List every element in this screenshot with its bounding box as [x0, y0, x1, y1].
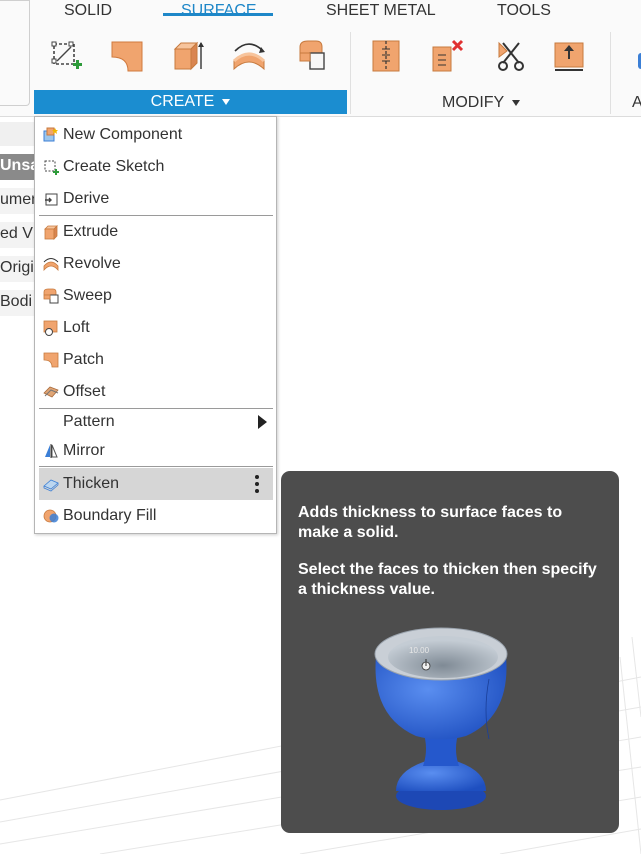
menu-item-label: Pattern — [63, 413, 115, 430]
patch-icon[interactable] — [109, 38, 145, 74]
edit-face-icon[interactable] — [368, 38, 404, 74]
tab-surface[interactable]: SURFACE — [181, 2, 257, 20]
menu-item-label: Revolve — [63, 255, 121, 272]
create-sketch-icon — [42, 158, 60, 176]
revolve-icon[interactable] — [231, 38, 267, 74]
create-sketch-icon[interactable] — [48, 38, 84, 74]
menu-item-revolve[interactable]: Revolve — [39, 248, 273, 280]
chevron-down-icon — [222, 99, 231, 105]
new-component-icon — [42, 126, 60, 144]
active-tab-indicator — [163, 13, 273, 16]
menu-item-label: Boundary Fill — [63, 507, 157, 524]
modify-label: MODIFY — [442, 94, 505, 111]
tooltip-description: Adds thickness to surface faces to make … — [298, 504, 563, 541]
patch-icon — [42, 351, 60, 369]
menu-item-label: Thicken — [63, 475, 120, 492]
menu-item-label: Mirror — [63, 442, 105, 459]
menu-item-loft[interactable]: Loft — [39, 312, 273, 344]
illustration-value: 10.00 — [409, 646, 430, 655]
browser-row-bodies[interactable]: Bodi — [0, 290, 34, 316]
menu-item-label: Offset — [63, 383, 106, 400]
menu-separator — [39, 466, 273, 467]
offset-icon — [42, 383, 60, 401]
menu-item-label: Derive — [63, 190, 110, 207]
loft-icon — [42, 319, 60, 337]
chevron-right-icon — [258, 415, 267, 429]
menu-item-label: Create Sketch — [63, 158, 165, 175]
trim-icon[interactable] — [492, 38, 528, 74]
sweep-icon — [42, 287, 60, 305]
thicken-illustration: 10.00 — [374, 627, 508, 810]
revolve-icon — [42, 255, 60, 273]
group-divider — [350, 32, 351, 114]
mirror-icon — [42, 442, 60, 460]
browser-row-named-views[interactable]: ed V — [0, 222, 34, 248]
tab-tools[interactable]: TOOLS — [497, 2, 551, 20]
menu-item-label: New Component — [63, 126, 183, 143]
tab-sheet-metal[interactable]: SHEET METAL — [326, 2, 436, 20]
extrude-icon — [42, 223, 60, 241]
ribbon-toolbar: SOLID SURFACE SHEET METAL TOOLS CREATE M… — [0, 0, 641, 117]
menu-item-new-component[interactable]: New Component — [39, 119, 273, 151]
menu-item-sweep[interactable]: Sweep — [39, 280, 273, 312]
more-options-icon[interactable] — [255, 475, 259, 493]
menu-item-pattern[interactable]: Pattern — [39, 406, 273, 438]
menu-item-derive[interactable]: Derive — [39, 183, 273, 215]
menu-item-mirror[interactable]: Mirror — [39, 435, 273, 467]
tab-solid[interactable]: SOLID — [64, 2, 112, 20]
menu-item-boundary-fill[interactable]: Boundary Fill — [39, 500, 273, 532]
menu-item-patch[interactable]: Patch — [39, 344, 273, 376]
extrude-icon[interactable] — [170, 38, 206, 74]
pattern-icon-placeholder — [42, 413, 60, 431]
menu-item-label: Patch — [63, 351, 104, 368]
menu-item-extrude[interactable]: Extrude — [39, 216, 273, 248]
create-dropdown-menu: New Component Create Sketch Derive Extru… — [34, 116, 277, 534]
menu-item-create-sketch[interactable]: Create Sketch — [39, 151, 273, 183]
inspect-icon[interactable] — [628, 38, 641, 74]
toolbar-left-panel[interactable] — [0, 0, 30, 106]
extend-icon[interactable] — [551, 38, 587, 74]
modify-dropdown-button[interactable]: MODIFY — [442, 94, 521, 112]
menu-item-offset[interactable]: Offset — [39, 376, 273, 408]
menu-item-label: Extrude — [63, 223, 119, 240]
thicken-icon — [42, 475, 60, 493]
create-dropdown-button[interactable]: CREATE — [34, 90, 347, 114]
delete-face-icon[interactable] — [429, 38, 465, 74]
boundary-fill-icon — [42, 507, 60, 525]
menu-item-thicken[interactable]: Thicken — [39, 468, 273, 500]
menu-item-label: Loft — [63, 319, 90, 336]
create-label: CREATE — [150, 93, 215, 110]
browser-document-row[interactable]: Unsa — [0, 154, 34, 180]
browser-row-document-settings[interactable]: umen — [0, 188, 34, 214]
chevron-down-icon — [512, 100, 521, 106]
thicken-tooltip: Adds thickness to surface faces to make … — [281, 471, 619, 833]
group-divider — [610, 32, 611, 114]
tooltip-instruction: Select the faces to thicken then specify… — [298, 561, 597, 598]
next-group-label[interactable]: A — [632, 94, 641, 112]
browser-row-origin[interactable]: Origi — [0, 256, 34, 282]
sweep-icon[interactable] — [295, 38, 331, 74]
derive-icon — [42, 190, 60, 208]
browser-title-strip — [0, 122, 34, 146]
menu-item-label: Sweep — [63, 287, 112, 304]
